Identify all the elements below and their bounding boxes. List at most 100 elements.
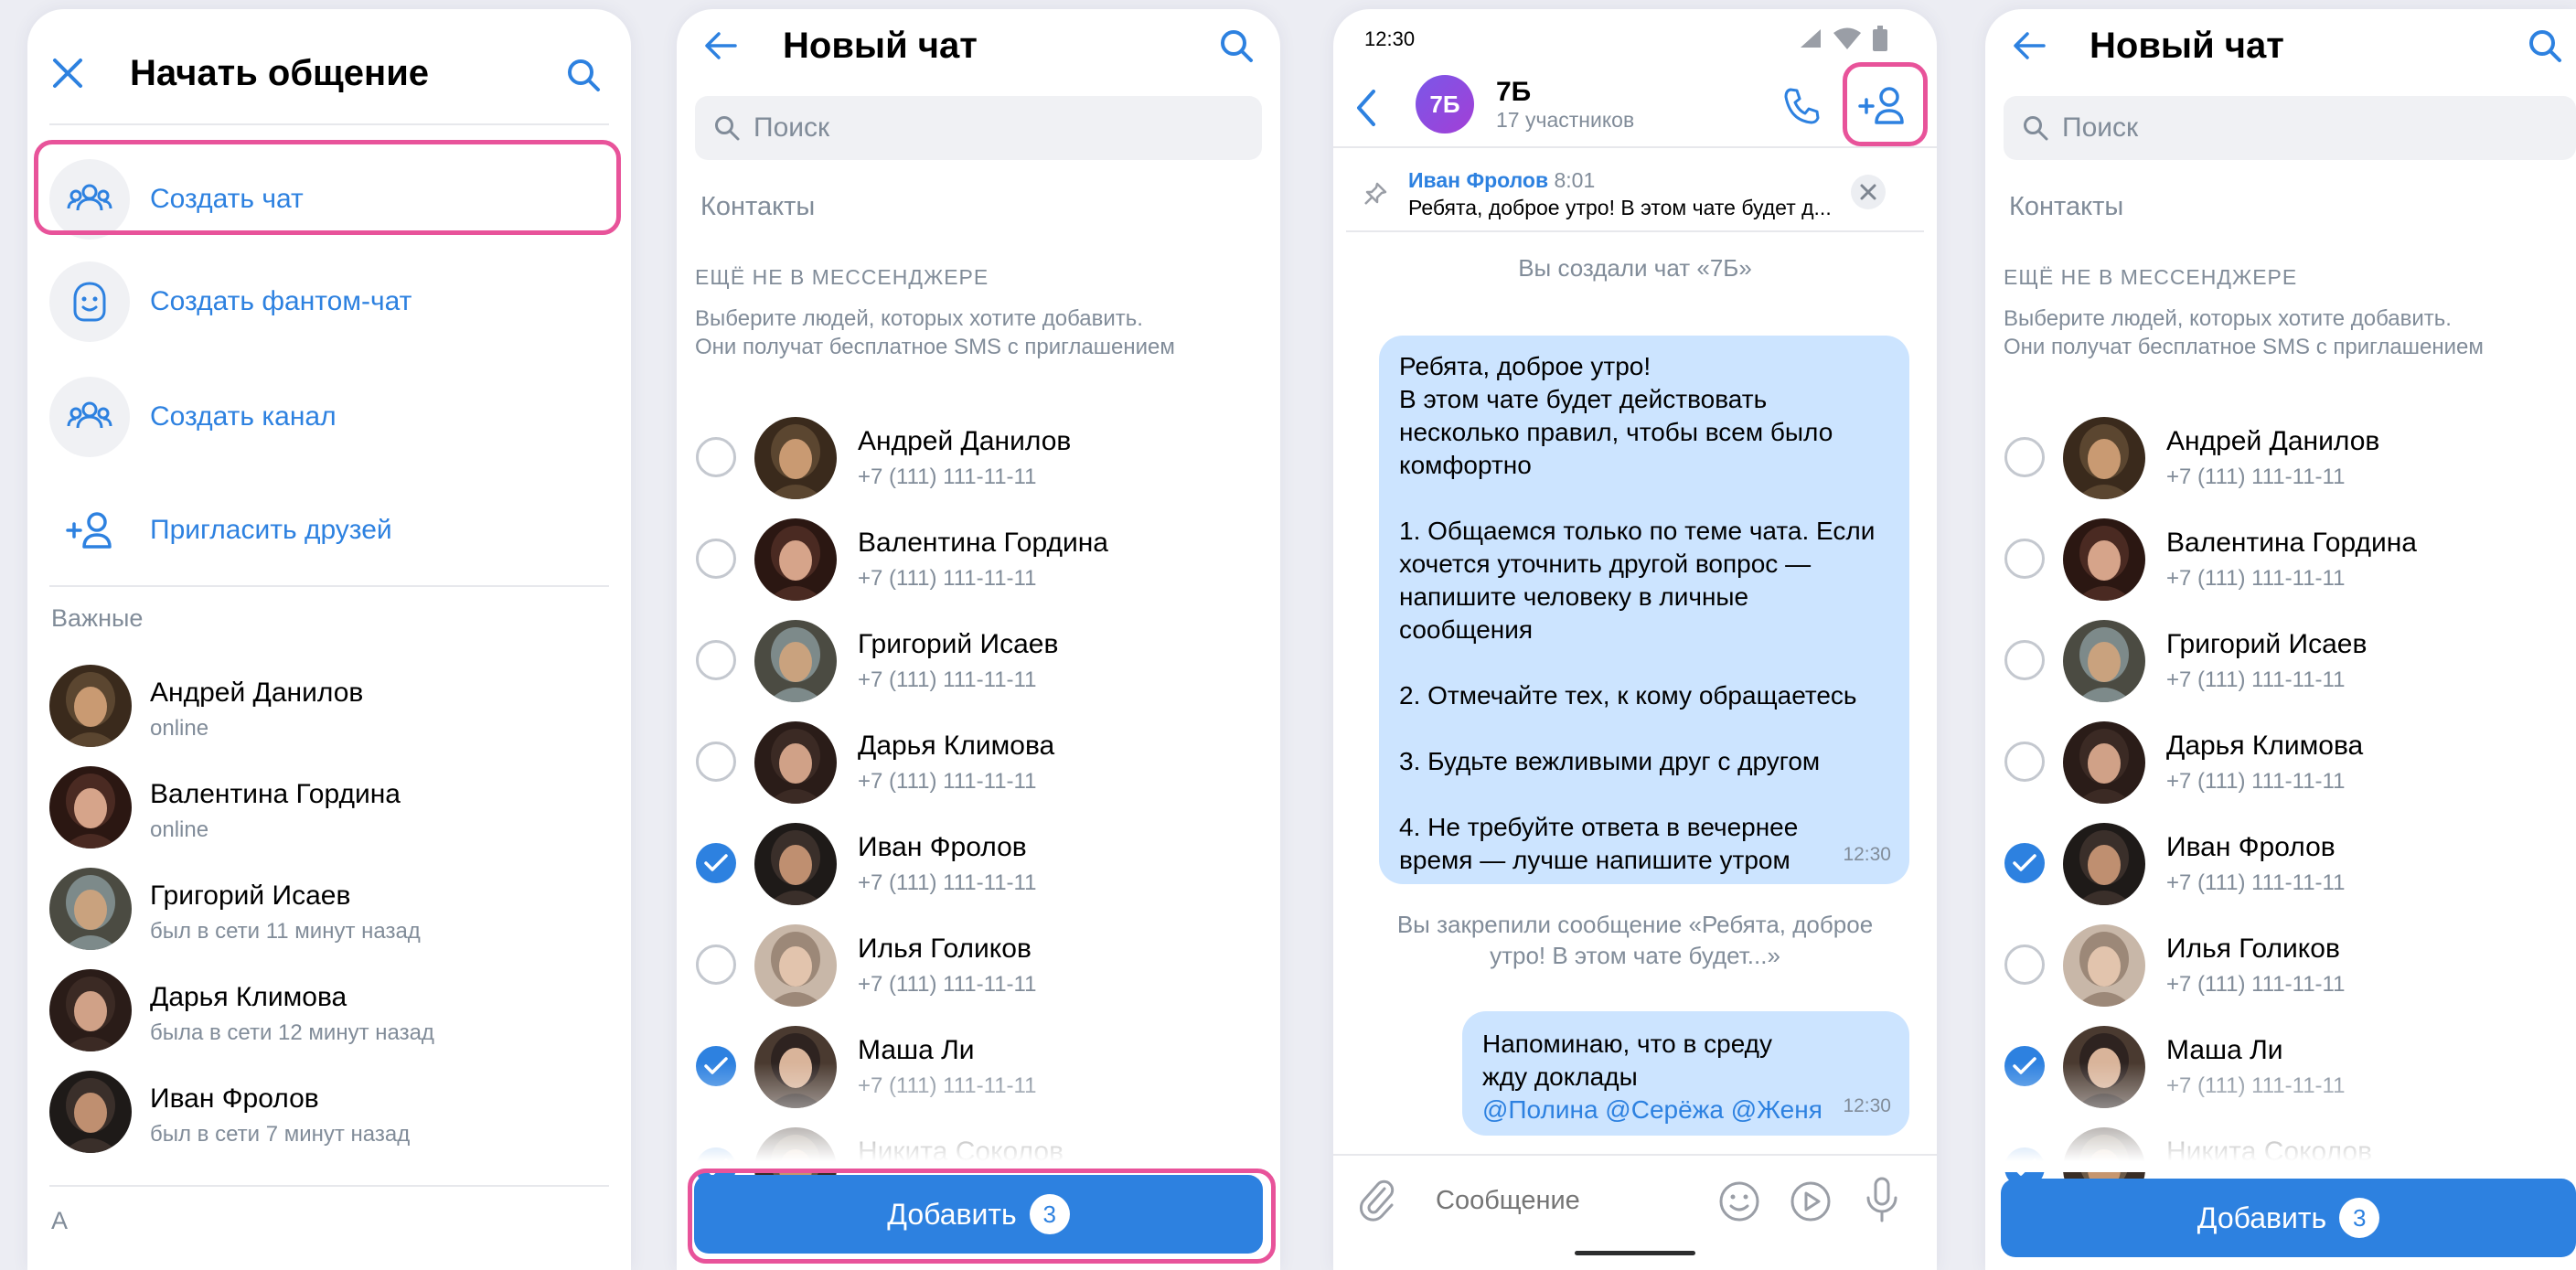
search-input[interactable] [754,96,1229,160]
members-count[interactable]: 17 участников [1496,108,1634,133]
checkbox[interactable] [2004,944,2045,985]
add-member-icon[interactable] [1858,84,1909,126]
contact-name: Иван Фролов [150,1083,319,1114]
message-line: комфортно [1399,451,1532,479]
close-icon[interactable] [51,57,84,90]
phone-icon[interactable] [1782,86,1821,124]
contact-row[interactable]: Илья Голиков +7 (111) 111-11-11 [1985,915,2576,1017]
fade [677,1062,1280,1172]
message-line: 2. Отмечайте тех, к кому обращаетесь [1399,681,1857,710]
message-input[interactable] [1436,1176,1692,1225]
search-icon[interactable] [1218,27,1255,64]
create-chat-icon-wrap [49,159,130,240]
message-text: жду доклады [1482,1062,1638,1091]
contact-row[interactable]: Андрей Данилов +7 (111) 111-11-11 [677,408,1280,509]
contact-row[interactable]: Валентина Гордина +7 (111) 111-11-11 [1985,509,2576,611]
checkbox[interactable] [2004,640,2045,680]
contact-row[interactable]: Иван Фролов +7 (111) 111-11-11 [1985,814,2576,915]
contact-row[interactable]: Дарья Климова +7 (111) 111-11-11 [677,712,1280,814]
pinned-message[interactable]: Иван Фролов 8:01 Ребята, доброе утро! В … [1333,148,1937,230]
video-message-icon[interactable] [1789,1179,1833,1223]
search-icon[interactable] [2527,27,2563,64]
contact-row[interactable]: Дарья Климова +7 (111) 111-11-11 [1985,712,2576,814]
create-phantom-chat-item[interactable]: Создать фантом-чат [27,245,631,346]
contact-row[interactable]: Валентина Гордина +7 (111) 111-11-11 [677,509,1280,611]
avatar [2063,417,2145,499]
avatar [2063,518,2145,601]
contact-status: была в сети 12 минут назад [150,1020,434,1045]
channel-icon-wrap [49,377,130,457]
header: Начать общение [27,9,631,102]
contact-row[interactable]: Андрей Данилов +7 (111) 111-11-11 [1985,408,2576,509]
letter-header: А [51,1207,69,1234]
close-pinned-icon[interactable] [1850,174,1887,210]
create-chat-item[interactable]: Создать чат [27,143,631,243]
message-line: 1. Общаемся только по теме чата. Если [1399,517,1876,545]
message-bubble[interactable]: Ребята, доброе утро! В этом чате будет де… [1379,336,1909,884]
search-input[interactable] [2062,96,2538,160]
invite-hint: Выберите людей, которых хотите добавить.… [695,304,1262,361]
contact-row[interactable]: Андрей Данилов online [27,656,631,757]
microphone-icon[interactable] [1864,1176,1900,1223]
search-icon[interactable] [565,57,602,93]
contact-name: Григорий Исаев [858,629,1059,659]
add-button[interactable]: Добавить 3 [2001,1179,2576,1257]
create-phantom-chat-label: Создать фантом-чат [150,286,412,316]
add-button-label: Добавить [887,1198,1017,1231]
contact-row[interactable]: Григорий Исаев был в сети 11 минут назад [27,859,631,960]
chat-name[interactable]: 7Б [1496,77,1531,108]
message-line: время — лучше напишите утром [1399,846,1790,874]
back-arrow-icon[interactable] [2011,29,2047,62]
divider [49,123,609,125]
contact-status: online [150,716,209,741]
checkbox[interactable] [2004,742,2045,782]
section-label: Важные [51,604,144,632]
message-line: несколько правил, чтобы всем было [1399,418,1833,446]
attach-icon[interactable] [1357,1178,1397,1222]
contact-name: Валентина Гордина [2166,528,2417,558]
mentions[interactable]: @Полина @Серёжа @Женя [1482,1094,1889,1126]
contact-phone: +7 (111) 111-11-11 [858,972,1037,997]
avatar [2063,924,2145,1007]
chat-avatar[interactable]: 7Б [1416,75,1474,133]
contact-phone: +7 (111) 111-11-11 [2166,769,2346,794]
contact-row[interactable]: Дарья Климова была в сети 12 минут назад [27,960,631,1062]
avatar [49,868,132,950]
back-chevron-icon[interactable] [1353,88,1377,128]
checkbox[interactable] [696,944,736,985]
message-line: сообщения [1399,615,1534,644]
contact-name: Иван Фролов [2166,832,2336,862]
contact-row[interactable]: Иван Фролов +7 (111) 111-11-11 [677,814,1280,915]
contact-row[interactable]: Валентина Гордина online [27,757,631,859]
back-arrow-icon[interactable] [702,29,739,62]
contact-phone: +7 (111) 111-11-11 [2166,972,2346,997]
contact-row[interactable]: Иван Фролов был в сети 7 минут назад [27,1062,631,1163]
check-icon [2013,854,2036,871]
checkbox[interactable] [696,437,736,477]
create-channel-item[interactable]: Создать канал [27,360,631,461]
home-indicator [1575,1251,1695,1255]
add-button-label: Добавить [2197,1201,2327,1234]
checkbox-checked[interactable] [2004,843,2045,883]
contact-name: Иван Фролов [858,832,1027,862]
contact-row[interactable]: Григорий Исаев +7 (111) 111-11-11 [677,611,1280,712]
search-icon [2022,114,2049,142]
message-bubble[interactable]: Напоминаю, что в среду жду доклады @Поли… [1462,1011,1909,1136]
invite-friends-item[interactable]: Пригласить друзей [27,474,631,574]
emoji-icon[interactable] [1717,1179,1761,1223]
checkbox[interactable] [2004,437,2045,477]
checkbox[interactable] [2004,539,2045,579]
invite-hint: Выберите людей, которых хотите добавить.… [2004,304,2571,361]
checkbox[interactable] [696,539,736,579]
contact-row[interactable]: Григорий Исаев +7 (111) 111-11-11 [1985,611,2576,712]
divider [1346,230,1924,232]
contact-name: Дарья Климова [150,982,347,1012]
avatar [754,518,837,601]
checkbox[interactable] [696,640,736,680]
checkbox-checked[interactable] [696,843,736,883]
contact-phone: +7 (111) 111-11-11 [858,870,1037,895]
add-button[interactable]: Добавить 3 [694,1175,1263,1254]
page-title: Новый чат [783,26,978,66]
contact-row[interactable]: Илья Голиков +7 (111) 111-11-11 [677,915,1280,1017]
checkbox[interactable] [696,742,736,782]
